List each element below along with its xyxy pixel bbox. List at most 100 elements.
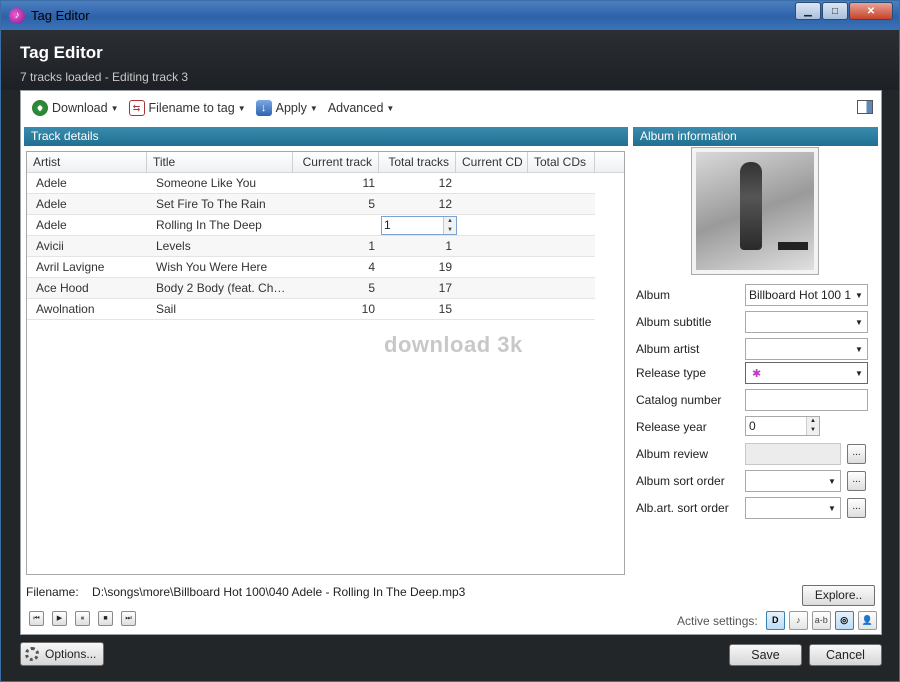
cell-current-cd[interactable] bbox=[456, 299, 528, 319]
toggle-panel-icon[interactable] bbox=[857, 100, 873, 114]
chevron-down-icon[interactable]: ▼ bbox=[824, 504, 840, 513]
text-case-setting-icon[interactable]: a-b bbox=[811, 611, 831, 630]
cell-current-cd[interactable] bbox=[456, 173, 528, 193]
release-type-combobox[interactable]: ✱ ▼ bbox=[745, 362, 868, 384]
track-grid[interactable]: Artist Title Current track Total tracks … bbox=[26, 151, 625, 575]
cell-current-track[interactable]: 1 bbox=[293, 236, 379, 256]
cell-current-cd[interactable] bbox=[456, 236, 528, 256]
stepper-down-icon[interactable]: ▼ bbox=[807, 426, 819, 435]
cell-total-cds[interactable] bbox=[528, 299, 595, 319]
cell-current-cd[interactable] bbox=[456, 257, 528, 277]
chevron-down-icon[interactable]: ▼ bbox=[851, 291, 867, 300]
cell-current-track[interactable]: 5 bbox=[293, 194, 379, 214]
artist-setting-icon[interactable]: 👤 bbox=[857, 611, 877, 630]
minimize-button[interactable]: ▁ bbox=[795, 2, 821, 20]
cell-total-cds[interactable] bbox=[528, 278, 595, 298]
cell-title[interactable]: Rolling In The Deep bbox=[147, 215, 293, 235]
cancel-button[interactable]: Cancel bbox=[809, 644, 882, 666]
cell-total-tracks[interactable]: 12 bbox=[379, 173, 456, 193]
close-button[interactable]: ✕ bbox=[849, 2, 893, 20]
column-header-total-tracks[interactable]: Total tracks bbox=[379, 152, 456, 173]
cell-artist[interactable]: Ace Hood bbox=[27, 278, 147, 298]
chevron-down-icon[interactable]: ▼ bbox=[851, 369, 867, 378]
chevron-down-icon[interactable]: ▼ bbox=[851, 318, 867, 327]
cell-total-cds[interactable] bbox=[528, 194, 595, 214]
cell-title[interactable]: Body 2 Body (feat. Chris... bbox=[147, 278, 293, 298]
album-subtitle-combobox[interactable]: ▼ bbox=[745, 311, 868, 333]
music-setting-icon[interactable]: ♪ bbox=[788, 611, 808, 630]
cell-total-tracks[interactable]: 19 bbox=[379, 257, 456, 277]
cell-title[interactable]: Someone Like You bbox=[147, 173, 293, 193]
chevron-down-icon[interactable]: ▼ bbox=[851, 345, 867, 354]
apply-menu-button[interactable]: ↓ Apply ▼ bbox=[255, 100, 318, 116]
cell-artist[interactable]: Adele bbox=[27, 173, 147, 193]
maximize-button[interactable]: □ bbox=[822, 2, 848, 20]
cell-total-tracks[interactable]: 17 bbox=[379, 278, 456, 298]
table-row[interactable]: Awolnation Sail 10 15 bbox=[27, 299, 595, 320]
table-row[interactable]: Avril Lavigne Wish You Were Here 4 19 bbox=[27, 257, 595, 278]
album-review-browse-button[interactable]: ... bbox=[847, 444, 866, 464]
cell-artist[interactable]: Adele bbox=[27, 194, 147, 214]
disc-setting-icon[interactable]: ◎ bbox=[834, 611, 854, 630]
table-row[interactable]: Adele Set Fire To The Rain 5 12 bbox=[27, 194, 595, 215]
cell-title[interactable]: Wish You Were Here bbox=[147, 257, 293, 277]
album-sort-order-browse-button[interactable]: ... bbox=[847, 471, 866, 491]
cell-title[interactable]: Set Fire To The Rain bbox=[147, 194, 293, 214]
stepper-up-icon[interactable]: ▲ bbox=[444, 217, 456, 226]
column-header-total-cds[interactable]: Total CDs bbox=[528, 152, 595, 173]
cell-artist[interactable]: Adele bbox=[27, 215, 147, 235]
explore-button[interactable]: Explore.. bbox=[802, 585, 875, 606]
column-header-title[interactable]: Title bbox=[147, 152, 293, 173]
play-icon[interactable]: ▶ bbox=[52, 611, 67, 626]
catalog-number-field[interactable] bbox=[745, 389, 868, 411]
cell-current-track[interactable]: 11 bbox=[293, 173, 379, 193]
album-sort-order-combobox[interactable]: ▼ bbox=[745, 470, 841, 492]
release-year-value[interactable]: 0 bbox=[746, 417, 806, 435]
stepper-up-icon[interactable]: ▲ bbox=[807, 417, 819, 426]
options-button[interactable]: Options... bbox=[20, 642, 104, 666]
cell-total-cds[interactable] bbox=[528, 173, 595, 193]
chevron-down-icon[interactable]: ▼ bbox=[824, 477, 840, 486]
previous-track-icon[interactable]: ⏮ bbox=[29, 611, 44, 626]
table-row[interactable]: Avicii Levels 1 1 bbox=[27, 236, 595, 257]
stepper-down-icon[interactable]: ▼ bbox=[444, 225, 456, 234]
column-header-current-cd[interactable]: Current CD bbox=[456, 152, 528, 173]
table-row-editing[interactable]: Adele Rolling In The Deep 1 ▲ ▼ bbox=[27, 215, 595, 236]
cell-current-cd[interactable] bbox=[456, 215, 528, 235]
pause-icon[interactable]: ⏸ bbox=[75, 611, 90, 626]
cell-total-cds[interactable] bbox=[528, 215, 595, 235]
cell-title[interactable]: Levels bbox=[147, 236, 293, 256]
advanced-menu-button[interactable]: Advanced ▼ bbox=[328, 101, 395, 115]
stop-icon[interactable]: ■ bbox=[98, 611, 113, 626]
cell-current-track[interactable]: 5 bbox=[293, 278, 379, 298]
cell-artist[interactable]: Awolnation bbox=[27, 299, 147, 319]
cell-total-cds[interactable] bbox=[528, 236, 595, 256]
album-artist-sort-order-browse-button[interactable]: ... bbox=[847, 498, 866, 518]
release-year-stepper[interactable]: 0 ▲ ▼ bbox=[745, 416, 820, 436]
cell-artist[interactable]: Avicii bbox=[27, 236, 147, 256]
column-header-current-track[interactable]: Current track bbox=[293, 152, 379, 173]
filename-to-tag-menu-button[interactable]: ⇆ Filename to tag ▼ bbox=[128, 100, 246, 116]
title-bar[interactable]: ♪ Tag Editor ▁ □ ✕ bbox=[1, 1, 899, 30]
column-header-artist[interactable]: Artist bbox=[27, 152, 147, 173]
total-tracks-stepper-value[interactable]: 1 bbox=[382, 217, 443, 234]
save-button[interactable]: Save bbox=[729, 644, 802, 666]
discogs-setting-icon[interactable]: D bbox=[765, 611, 785, 630]
cell-artist[interactable]: Avril Lavigne bbox=[27, 257, 147, 277]
cell-title[interactable]: Sail bbox=[147, 299, 293, 319]
album-combobox[interactable]: Billboard Hot 100 1 ▼ bbox=[745, 284, 868, 306]
cell-current-track[interactable] bbox=[293, 215, 379, 235]
cell-total-tracks[interactable]: 1 bbox=[379, 236, 456, 256]
table-row[interactable]: Ace Hood Body 2 Body (feat. Chris... 5 1… bbox=[27, 278, 595, 299]
album-artist-sort-order-combobox[interactable]: ▼ bbox=[745, 497, 841, 519]
cell-current-track[interactable]: 10 bbox=[293, 299, 379, 319]
cell-current-cd[interactable] bbox=[456, 278, 528, 298]
cell-current-cd[interactable] bbox=[456, 194, 528, 214]
album-artist-combobox[interactable]: ▼ bbox=[745, 338, 868, 360]
cell-total-cds[interactable] bbox=[528, 257, 595, 277]
download-menu-button[interactable]: ↓ Download ▼ bbox=[32, 100, 119, 116]
next-track-icon[interactable]: ⏭ bbox=[121, 611, 136, 626]
total-tracks-stepper[interactable]: 1 ▲ ▼ bbox=[381, 216, 457, 235]
album-cover-image[interactable] bbox=[691, 147, 819, 275]
cell-current-track[interactable]: 4 bbox=[293, 257, 379, 277]
